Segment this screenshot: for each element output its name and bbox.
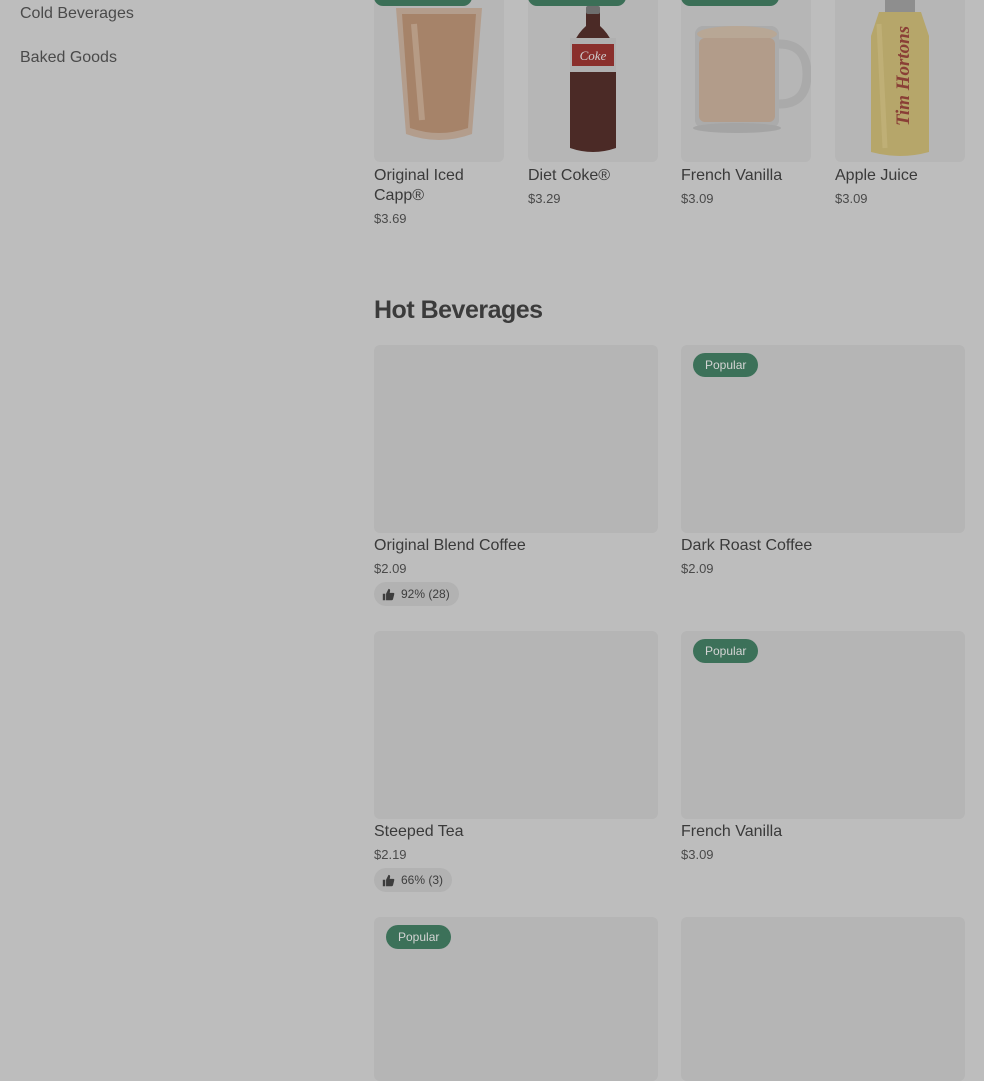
svg-text:Coke: Coke: [580, 48, 607, 63]
product-image-placeholder: [374, 631, 658, 819]
sidebar-item-baked-goods[interactable]: Baked Goods: [20, 49, 117, 67]
product-name: French Vanilla: [681, 167, 783, 184]
popular-badge: [528, 0, 626, 6]
product-price: $3.09: [681, 191, 714, 206]
product-name: Original Blend Coffee: [374, 537, 526, 554]
product-price: $3.09: [681, 847, 714, 862]
section-title-hot-beverages: Hot Beverages: [374, 296, 543, 324]
rating-chip: 66% (3): [374, 868, 453, 892]
popular-badge: [374, 0, 472, 6]
product-name: French Vanilla: [681, 823, 783, 840]
product-price: $3.09: [835, 191, 868, 206]
product-price: $3.29: [528, 191, 561, 206]
french-vanilla-mug-image: [681, 0, 811, 162]
product-price: $2.19: [374, 847, 407, 862]
iced-capp-image: [374, 0, 504, 162]
rating-chip: 92% (28): [374, 582, 459, 606]
popular-badge: Popular: [693, 639, 759, 663]
rating-text: 66% (3): [401, 873, 444, 887]
product-price: $2.09: [374, 561, 407, 576]
product-image-placeholder: [681, 917, 965, 1081]
product-name: Original Iced Capp®: [374, 167, 464, 204]
product-image-placeholder: [374, 345, 658, 533]
bottle-brand-logo: Tim Hortons: [893, 26, 914, 126]
product-price: $3.69: [374, 211, 407, 226]
sidebar-item-cold-beverages[interactable]: Cold Beverages: [20, 5, 134, 23]
popular-badge: Popular: [386, 925, 452, 949]
product-price: $2.09: [681, 561, 714, 576]
popular-badge: [681, 0, 779, 6]
product-name: Apple Juice: [835, 167, 918, 184]
thumbs-up-icon: [382, 588, 395, 600]
popular-badge: Popular: [693, 353, 759, 377]
rating-text: 92% (28): [401, 587, 450, 601]
product-name: Dark Roast Coffee: [681, 537, 813, 554]
diet-coke-bottle-image: Coke: [528, 0, 658, 162]
apple-juice-bottle-image: Tim Hortons: [835, 0, 965, 162]
product-name: Diet Coke®: [528, 167, 611, 184]
product-name: Steeped Tea: [374, 823, 464, 840]
thumbs-up-icon: [382, 874, 395, 886]
